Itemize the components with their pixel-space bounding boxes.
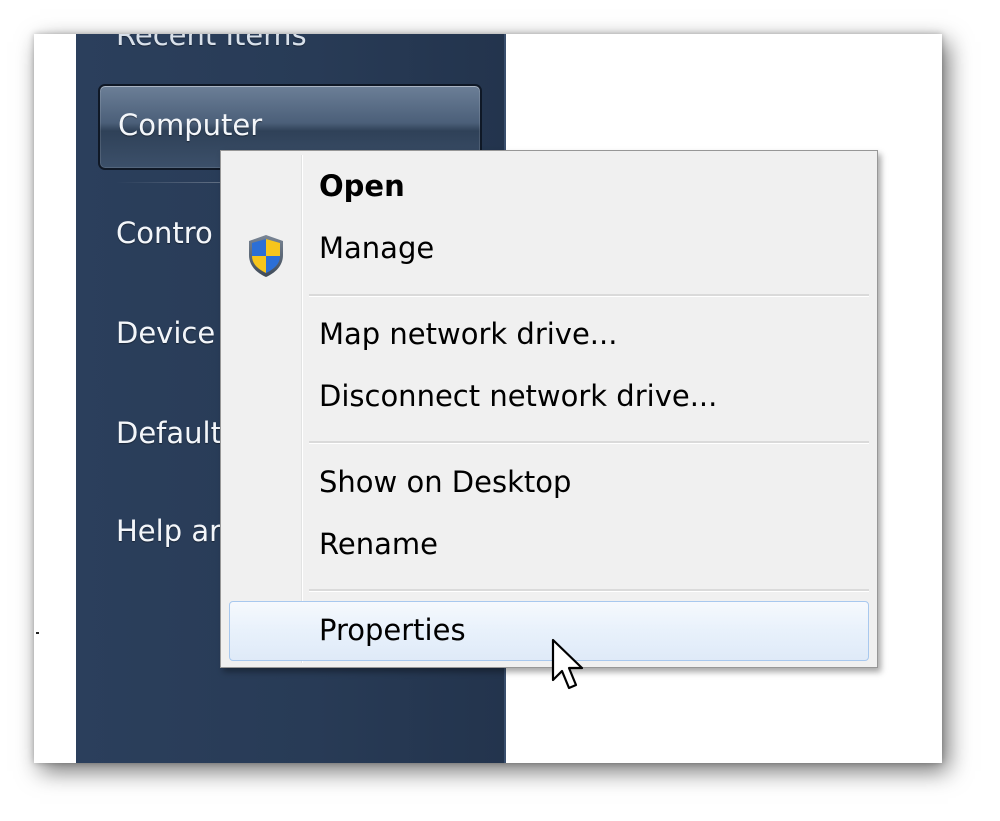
mouse-pointer-icon [551,638,584,690]
menu-item-map-network-drive[interactable]: Map network drive... [229,305,869,365]
context-menu: Open Manage Map network drive... Disconn… [220,150,878,668]
menu-item-manage[interactable]: Manage [229,219,869,279]
menu-item-open[interactable]: Open [229,157,869,217]
menu-separator [309,294,869,297]
desktop-area [34,34,76,763]
start-item-devices[interactable]: Device [116,316,215,350]
start-item-recent-items[interactable]: Recent Items [116,34,307,52]
menu-item-show-on-desktop-label: Show on Desktop [319,465,572,499]
menu-item-rename-label: Rename [319,527,438,561]
menu-item-properties[interactable]: Properties [229,601,869,661]
menu-item-properties-label: Properties [319,613,466,647]
start-item-computer-label: Computer [118,108,263,142]
menu-item-disconnect-network-drive-label: Disconnect network drive... [319,379,718,413]
menu-item-map-network-drive-label: Map network drive... [319,317,618,351]
menu-separator [309,589,869,592]
start-item-control-panel[interactable]: Contro [116,216,213,250]
start-item-help[interactable]: Help ar [116,514,221,548]
menu-item-show-on-desktop[interactable]: Show on Desktop [229,453,869,513]
menu-separator [309,441,869,444]
menu-item-manage-label: Manage [319,231,435,265]
menu-item-open-label: Open [319,169,405,203]
uac-shield-icon [249,235,283,277]
menu-item-disconnect-network-drive[interactable]: Disconnect network drive... [229,367,869,427]
start-item-default-programs[interactable]: Default [116,416,222,450]
menu-item-rename[interactable]: Rename [229,515,869,575]
stray-pixel [36,632,39,634]
